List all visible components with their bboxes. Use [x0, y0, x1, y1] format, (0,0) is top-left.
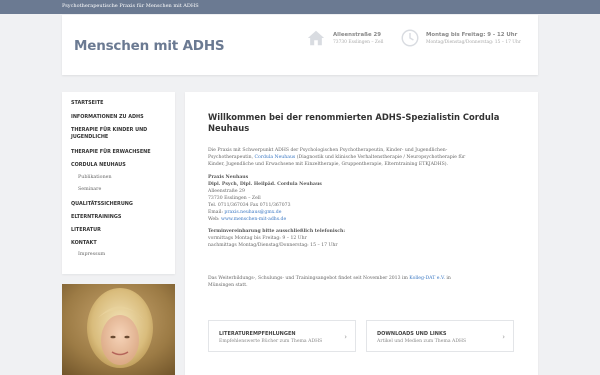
nav-item-informationen[interactable]: INFORMATIONEN ZU ADHS: [71, 114, 144, 121]
nav-item-therapie-erwachsene[interactable]: THERAPIE FÜR ERWACHSENE: [71, 149, 151, 156]
site-title[interactable]: Menschen mit ADHS: [74, 38, 225, 54]
hours-heading: Montag bis Freitag: 9 - 12 Uhr: [426, 32, 518, 38]
nav-subitem-seminare[interactable]: Seminare: [78, 187, 101, 192]
intro-line-3: Kinder, Jugendliche und Erwachsene mit E…: [208, 162, 449, 167]
downloads-card-subtitle: Artikel und Medien zum Thema ADHS: [377, 339, 467, 344]
nav-item-elterntrainings[interactable]: ELTERNTRAININGS: [71, 214, 121, 221]
literatur-card-subtitle: Empfehlenswerte Bücher zum Thema ADHS: [219, 339, 323, 344]
appointment-heading: Terminvereinbarung bitte ausschließlich …: [208, 229, 346, 234]
nav-item-therapie-kinder[interactable]: THERAPIE FÜR KINDER UND: [71, 127, 147, 134]
training-text-end: in: [444, 276, 451, 281]
nav-item-startseite[interactable]: STARTSEITE: [71, 100, 104, 107]
literatur-card-title: LITERATUREMPFEHLUNGEN: [219, 331, 296, 337]
cordula-neuhaus-link[interactable]: Cordula Neuhaus: [255, 155, 296, 160]
hours-afternoon: Montag/Dienstag/Donnerstag: 15 – 17 Uhr: [426, 40, 521, 45]
main-content: Willkommen bei der renommierten ADHS-Spe…: [185, 92, 538, 375]
contact-city: 73730 Esslingen – Zell: [208, 196, 261, 201]
nav-item-literatur[interactable]: LITERATUR: [71, 227, 101, 234]
chevron-right-icon: ›: [502, 333, 505, 341]
address-heading: Alleenstraße 29: [333, 32, 382, 38]
nav-item-kontakt[interactable]: KONTAKT: [71, 240, 97, 247]
top-bar-tagline: Psychotherapeutische Praxis für Menschen…: [62, 3, 199, 9]
top-bar: Psychotherapeutische Praxis für Menschen…: [0, 0, 600, 14]
nav-item-qualitaetssicherung[interactable]: QUALITÄTSSICHERUNG: [71, 201, 133, 208]
contact-email-line: Email: praxis.neuhaus@gmx.de: [208, 209, 281, 216]
clock-icon: [401, 29, 419, 47]
sidebar-nav: STARTSEITE INFORMATIONEN ZU ADHS THERAPI…: [62, 92, 175, 274]
portrait-illustration: [62, 284, 175, 375]
email-link[interactable]: praxis.neuhaus@gmx.de: [224, 210, 281, 215]
appointment-morning: vormittags Montag bis Freitag: 9 – 12 Uh…: [208, 236, 307, 241]
intro-line-2: Psychotherapeutin, Cordula Neuhaus (Diag…: [208, 154, 465, 161]
downloads-card[interactable]: DOWNLOADS UND LINKS Artikel und Medien z…: [366, 320, 514, 352]
address-city: 73730 Esslingen – Zell: [333, 40, 384, 45]
appointment-afternoon: nachmittags Montag/Dienstag/Donnerstag: …: [208, 243, 338, 248]
training-text-start: Das Weiterbildungs-, Schulungs- und Trai…: [208, 276, 410, 281]
site-header: Menschen mit ADHS Alleenstraße 29 73730 …: [62, 15, 538, 75]
downloads-card-title: DOWNLOADS UND LINKS: [377, 331, 447, 337]
nav-subitem-impressum[interactable]: Impressum: [78, 252, 105, 257]
page-title: Willkommen bei der renommierten ADHS-Spe…: [208, 112, 500, 133]
email-label: Email:: [208, 210, 225, 215]
chevron-right-icon: ›: [344, 333, 347, 341]
contact-web-line: Web: www.menschen-mit-adhs.de: [208, 216, 286, 223]
nav-item-cordula-neuhaus[interactable]: CORDULA NEUHAUS: [71, 162, 126, 169]
contact-name: Praxis Neuhaus: [208, 175, 249, 180]
nav-subitem-publikationen[interactable]: Publikationen: [78, 175, 112, 180]
nav-item-therapie-kinder-line2[interactable]: JUGENDLICHE: [71, 134, 108, 141]
literatur-card[interactable]: LITERATUREMPFEHLUNGEN Empfehlenswerte Bü…: [208, 320, 356, 352]
home-icon: [307, 30, 325, 46]
training-line-1: Das Weiterbildungs-, Schulungs- und Trai…: [208, 275, 451, 282]
portrait-photo: [62, 284, 175, 375]
contact-phone: Tel. 0711/367034 Fax 0711/367073: [208, 203, 291, 208]
intro-line-1: Die Praxis mit Schwerpunkt ADHS der Psyc…: [208, 148, 448, 153]
kolleg-dat-link[interactable]: Kolleg-DAT e.V.: [409, 276, 445, 281]
contact-street: Alleenstraße 29: [208, 189, 245, 194]
training-line-2: Münsingen statt.: [208, 283, 248, 288]
web-link[interactable]: www.menschen-mit-adhs.de: [221, 217, 286, 222]
intro-line-2-start: Psychotherapeutin,: [208, 155, 255, 160]
intro-line-2-end: (Diagnostik und klinische Verhaltensther…: [295, 155, 466, 160]
web-label: Web:: [208, 217, 222, 222]
contact-title: Dipl. Psych, Dipl. Heilpäd. Cordula Neuh…: [208, 182, 322, 187]
